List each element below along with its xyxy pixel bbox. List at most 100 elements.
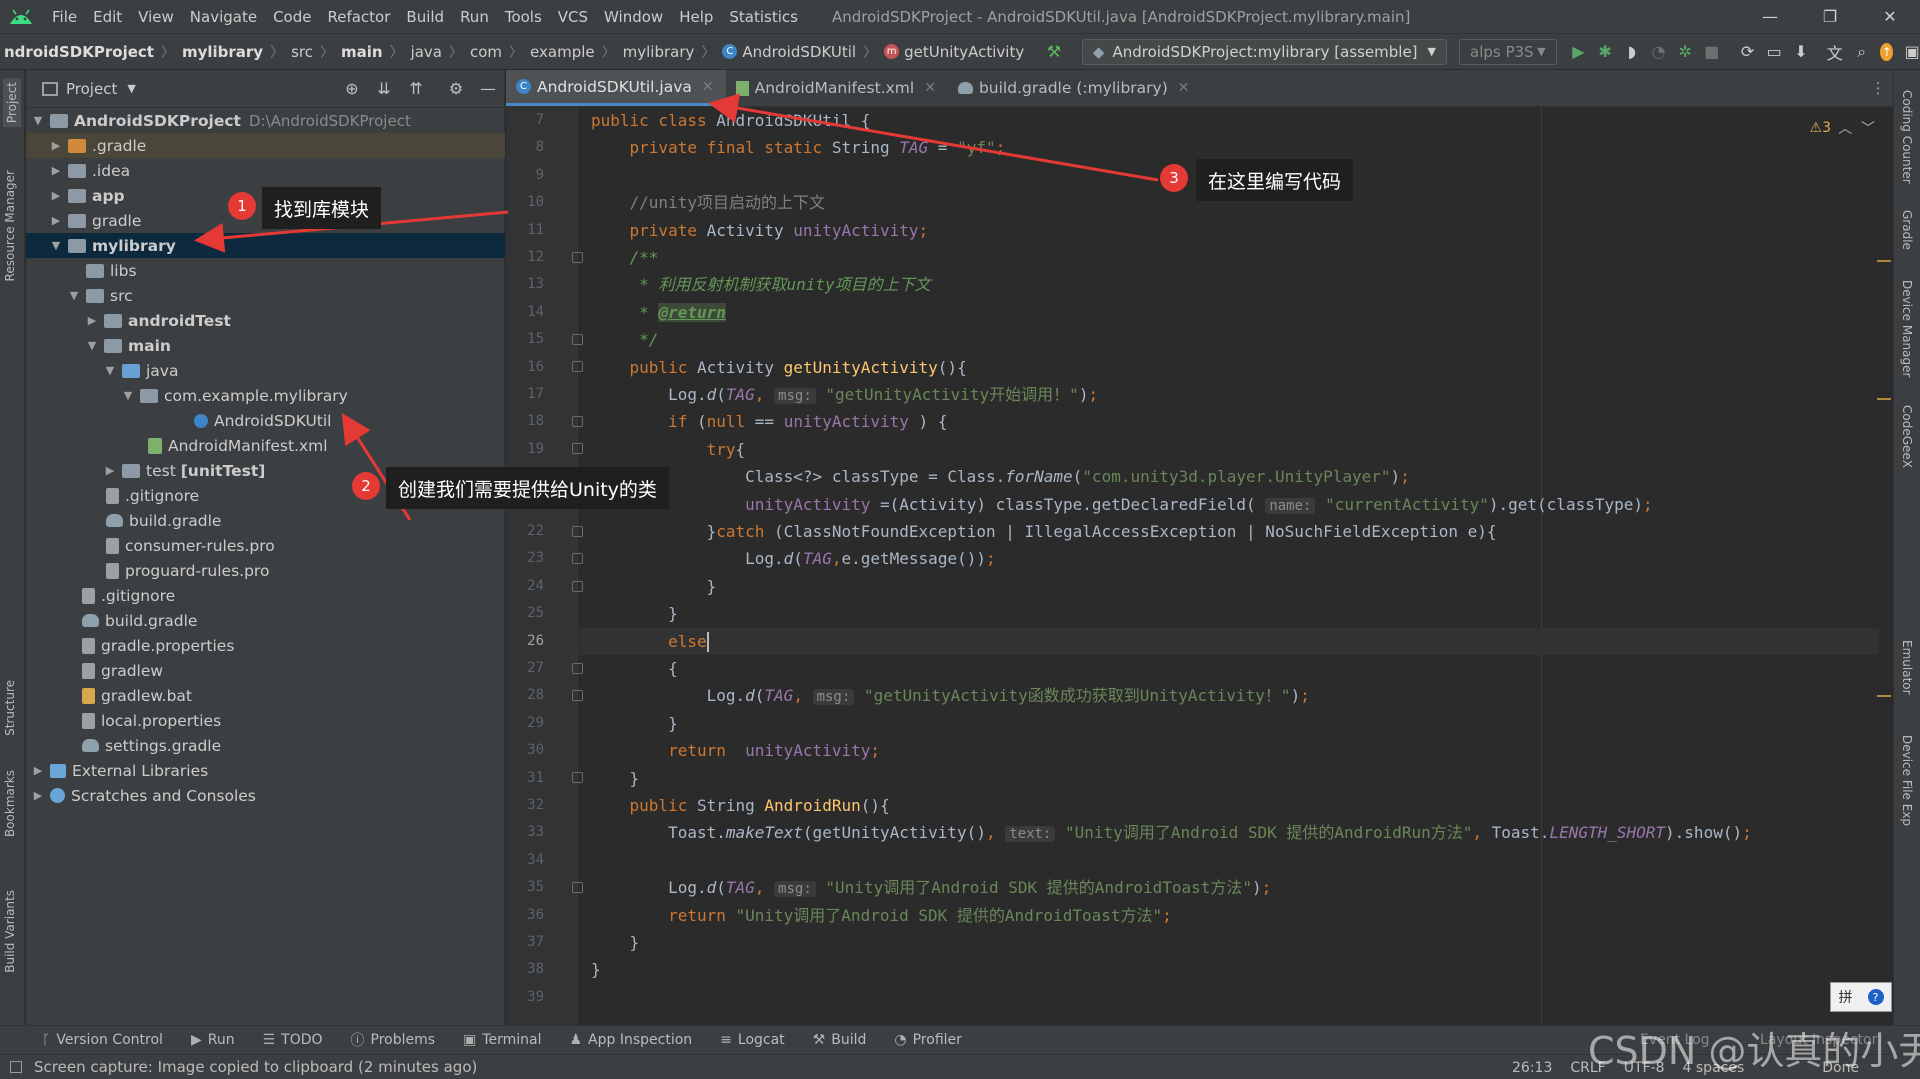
breadcrumb-src[interactable]: src [287,43,317,61]
code-line[interactable]: try{ [579,436,1879,463]
more-options-icon[interactable]: ⋮ [1863,70,1893,106]
attach-debugger-icon[interactable]: ✲ [1677,41,1693,63]
tree-item-java[interactable]: ▼ java [26,358,505,383]
breadcrumb-java[interactable]: java [407,43,446,61]
breadcrumb-module[interactable]: mylibrary [178,43,267,61]
chevron-right-icon[interactable]: ▶ [86,314,98,327]
logcat-tool-button[interactable]: ≡ Logcat [720,1032,785,1048]
caret-position[interactable]: 26:13 [1512,1060,1552,1076]
sdk-manager-icon[interactable]: ⬇ [1793,41,1809,63]
code-line[interactable]: else [579,627,1879,655]
tab-build-gradle[interactable]: build.gradle (:mylibrary) ✕ [948,70,1202,106]
menu-view[interactable]: View [130,8,182,26]
menu-code[interactable]: Code [265,8,319,26]
tree-item-gradlew-bat[interactable]: gradlew.bat [26,683,505,708]
chevron-right-icon[interactable]: ▶ [104,464,116,477]
make-project-hammer-icon[interactable]: ⚒ [1046,41,1062,63]
bookmarks-tool-tab[interactable]: Bookmarks [3,770,17,837]
code-line[interactable]: Toast.makeText(getUnityActivity(), text:… [579,819,1879,846]
breadcrumb-project[interactable]: ndroidSDKProject [0,43,158,61]
problems-tool-button[interactable]: ⓘ Problems [351,1030,436,1050]
version-control-tool-button[interactable]: ᚴ Version Control [42,1032,163,1048]
breadcrumb-method[interactable]: m getUnityActivity [880,43,1028,61]
code-line[interactable]: } [579,765,1879,792]
chevron-right-icon[interactable]: ▶ [50,214,62,227]
tree-item-scratches[interactable]: ▶ Scratches and Consoles [26,783,505,808]
chevron-down-icon[interactable]: ▼ [68,289,80,302]
tree-item-settings-gradle[interactable]: settings.gradle [26,733,505,758]
code-line[interactable]: private Activity unityActivity; [579,217,1879,244]
menu-statistics[interactable]: Statistics [721,8,806,26]
code-line[interactable]: * @return [579,299,1879,326]
close-icon[interactable]: ✕ [1178,80,1190,96]
tree-item-local-properties[interactable]: local.properties [26,708,505,733]
build-tool-button[interactable]: ⚒ Build [813,1032,867,1048]
scrollbar-warning-mark[interactable] [1877,398,1891,400]
scrollbar-warning-mark[interactable] [1877,695,1891,697]
minimize-button[interactable]: — [1740,0,1800,34]
run-tool-button[interactable]: ▶ Run [191,1032,235,1048]
terminal-tool-button[interactable]: ▣ Terminal [463,1032,541,1048]
code-line[interactable]: return "Unity调用了Android SDK 提供的AndroidTo… [579,902,1879,929]
stop-icon[interactable]: ■ [1704,41,1720,63]
restore-button[interactable]: ❐ [1800,0,1860,34]
device-manager-icon[interactable]: ▭ [1766,41,1782,63]
code-line[interactable]: } [579,600,1879,627]
code-line[interactable]: } [579,956,1879,983]
breadcrumb-package[interactable]: mylibrary [619,43,699,61]
close-icon[interactable]: ✕ [924,80,936,96]
search-icon[interactable]: ⌕ [1854,41,1870,63]
codegeex-tool-tab[interactable]: CodeGeeX [1900,405,1914,468]
chevron-down-icon[interactable]: ▼ [32,114,44,127]
tree-item-root-build-gradle[interactable]: build.gradle [26,608,505,633]
menu-edit[interactable]: Edit [85,8,130,26]
emulator-tool-tab[interactable]: Emulator [1900,640,1914,695]
code-line[interactable]: */ [579,326,1879,353]
tree-item-gradle-properties[interactable]: gradle.properties [26,633,505,658]
resource-manager-tool-tab[interactable]: Resource Manager [3,170,17,281]
code-line[interactable]: * 利用反射机制获取unity项目的上下文 [579,271,1879,298]
code-line[interactable]: } [579,710,1879,737]
code-line[interactable]: Log.d(TAG, msg: "getUnityActivity函数成功获取到… [579,682,1879,709]
coding-counter-tool-tab[interactable]: Coding Counter [1900,90,1914,184]
tree-item-src[interactable]: ▼ src [26,283,505,308]
help-icon[interactable]: ? [1867,989,1884,1005]
code-line[interactable]: Log.d(TAG, msg: "Unity调用了Android SDK 提供的… [579,874,1879,901]
gradle-tool-tab[interactable]: Gradle [1900,210,1914,250]
menu-help[interactable]: Help [671,8,721,26]
menu-refactor[interactable]: Refactor [319,8,398,26]
tree-item-root[interactable]: ▼ AndroidSDKProject D:\AndroidSDKProject [26,108,505,133]
tree-item-android-test[interactable]: ▶ androidTest [26,308,505,333]
breadcrumb-class[interactable]: C AndroidSDKUtil [718,43,860,61]
tree-item-mylibrary[interactable]: ▼ mylibrary [26,233,505,258]
menu-file[interactable]: File [44,8,85,26]
close-window-button[interactable]: ✕ [1860,0,1920,34]
code-line[interactable]: Log.d(TAG,e.getMessage()); [579,545,1879,572]
select-opened-file-icon[interactable]: ⊕ [336,79,368,98]
chevron-right-icon[interactable]: ▶ [32,764,44,777]
tree-item-idea[interactable]: ▶ .idea [26,158,505,183]
menu-build[interactable]: Build [398,8,452,26]
breadcrumb-main[interactable]: main [337,43,387,61]
debug-icon[interactable]: ✱ [1597,41,1613,63]
code-line[interactable]: Class<?> classType = Class.forName("com.… [579,463,1879,490]
project-view-select[interactable]: Project [66,80,117,98]
tree-item-libs[interactable]: libs [26,258,505,283]
breadcrumb-com[interactable]: com [466,43,506,61]
code-line[interactable]: return unityActivity; [579,737,1879,764]
code-text-area[interactable]: public class AndroidSDKUtil { private fi… [579,107,1879,1025]
hide-panel-icon[interactable]: — [472,79,504,98]
tab-androidsdkutil-java[interactable]: C AndroidSDKUtil.java ✕ [506,70,726,106]
tree-item-gradlew[interactable]: gradlew [26,658,505,683]
scrollbar-warning-mark[interactable] [1877,260,1891,262]
chevron-right-icon[interactable]: ▶ [32,789,44,802]
tree-item-main[interactable]: ▼ main [26,333,505,358]
chevron-down-icon[interactable]: ▼ [86,339,98,352]
tree-item-build-gradle[interactable]: build.gradle [26,508,505,533]
code-line[interactable]: public String AndroidRun(){ [579,792,1879,819]
menu-window[interactable]: Window [596,8,671,26]
breadcrumb-example[interactable]: example [526,43,599,61]
gear-icon[interactable]: ⚙ [440,79,472,98]
app-inspection-tool-button[interactable]: ♟ App Inspection [569,1032,692,1048]
chevron-down-icon[interactable]: ﹀ [1861,121,1875,137]
